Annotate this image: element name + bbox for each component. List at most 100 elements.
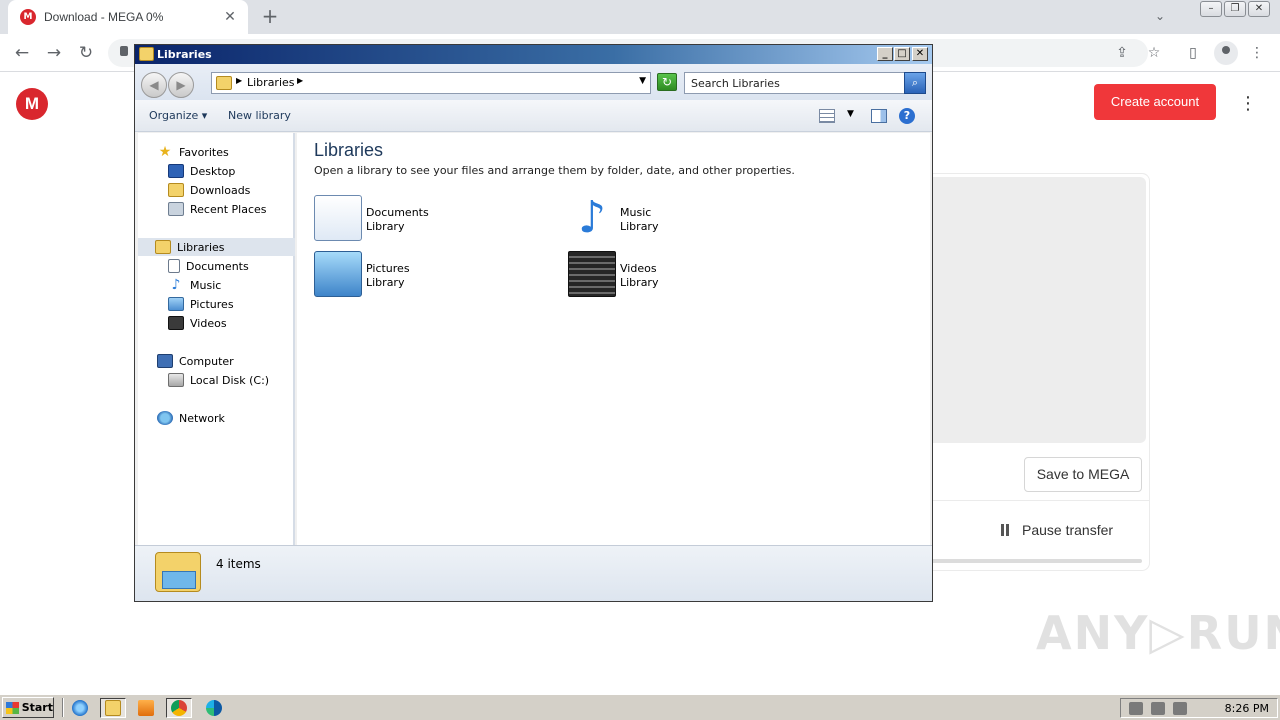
pause-transfer-label: Pause transfer (1022, 522, 1114, 538)
breadcrumb-libraries[interactable]: Libraries (247, 76, 295, 89)
explorer-forward-button[interactable]: ▶ (168, 72, 194, 98)
chrome-taskbar-button[interactable] (166, 698, 192, 718)
library-kind: Library (366, 220, 405, 233)
desktop-icon (168, 164, 184, 178)
nav-pictures[interactable]: Pictures (168, 295, 234, 313)
documents-icon (168, 259, 180, 273)
explorer-back-button[interactable]: ◀ (141, 72, 167, 98)
explorer-close-button[interactable]: ✕ (912, 47, 928, 61)
help-icon[interactable]: ? (899, 108, 915, 124)
nav-desktop[interactable]: Desktop (168, 162, 235, 180)
library-kind: Library (366, 276, 405, 289)
share-icon[interactable]: ⇪ (1111, 42, 1133, 64)
preview-pane-icon[interactable] (871, 109, 887, 123)
explorer-maximize-button[interactable]: □ (894, 47, 910, 61)
new-library-button[interactable]: New library (228, 109, 291, 122)
internet-explorer-icon (72, 700, 88, 716)
chrome-icon (171, 700, 187, 716)
nav-videos[interactable]: Videos (168, 314, 227, 332)
taskbar-separator (62, 698, 64, 717)
library-kind: Library (620, 220, 659, 233)
view-options-chevron-icon[interactable]: ▼ (847, 109, 854, 119)
pause-transfer-button[interactable]: Pause transfer (1000, 522, 1113, 538)
documents-library-tile[interactable]: Documents Library (314, 195, 534, 245)
explorer-address-toolbar: ◀ ▶ ▶ Libraries ▶ ▼ ↻ Search Libraries ⌕ (135, 64, 932, 100)
mega-logo[interactable]: M (16, 88, 48, 120)
network-tray-icon[interactable] (1151, 702, 1165, 715)
item-count: 4 items (216, 557, 261, 571)
tab-close-icon[interactable]: ✕ (222, 9, 238, 25)
create-account-button[interactable]: Create account (1094, 84, 1216, 120)
browser-tab[interactable]: M Download - MEGA 0% ✕ (8, 0, 248, 34)
content-description: Open a library to see your files and arr… (314, 164, 795, 177)
new-tab-button[interactable]: + (258, 5, 282, 29)
videos-library-icon (568, 251, 616, 297)
browser-close-button[interactable]: ✕ (1248, 1, 1270, 17)
computer-icon (157, 354, 173, 368)
content-heading: Libraries (314, 140, 384, 160)
library-name: Documents (366, 206, 429, 219)
reload-button[interactable]: ↻ (74, 41, 98, 65)
side-panel-icon[interactable]: ▯ (1182, 42, 1204, 64)
recent-places-icon (168, 202, 184, 216)
nav-favorites[interactable]: ★ Favorites (157, 143, 229, 161)
browser-minimize-button[interactable]: – (1200, 1, 1222, 17)
back-button[interactable]: ← (10, 41, 34, 65)
browser-window-controls: – ❐ ✕ (1200, 1, 1270, 17)
music-library-tile[interactable]: ♪ Music Library (568, 195, 788, 245)
profile-avatar[interactable] (1214, 41, 1238, 65)
start-button[interactable]: Start (2, 697, 54, 718)
nav-documents[interactable]: Documents (168, 257, 249, 275)
library-name: Pictures (366, 262, 410, 275)
edge-icon (206, 700, 222, 716)
nav-recent-places[interactable]: Recent Places (168, 200, 267, 218)
videos-filmstrip-icon (168, 316, 184, 330)
network-globe-icon (157, 411, 173, 425)
music-note-icon: ♪ (171, 277, 181, 293)
refresh-button[interactable]: ↻ (657, 73, 677, 91)
downloads-folder-icon (168, 183, 184, 197)
save-to-mega-button[interactable]: Save to MEGA (1024, 457, 1142, 492)
breadcrumb-arrow-icon[interactable]: ▶ (236, 76, 242, 85)
media-player-taskbar-button[interactable] (133, 698, 159, 718)
explorer-title-bar[interactable]: Libraries _ □ ✕ (135, 45, 932, 64)
windows-flag-icon (6, 701, 19, 714)
volume-icon[interactable] (1129, 702, 1143, 715)
nav-libraries[interactable]: Libraries (138, 238, 295, 256)
videos-library-tile[interactable]: Videos Library (568, 251, 788, 301)
nav-computer[interactable]: Computer (157, 352, 234, 370)
libraries-content-pane: Libraries Open a library to see your fil… (297, 133, 930, 545)
pictures-library-tile[interactable]: Pictures Library (314, 251, 534, 301)
address-dropdown-icon[interactable]: ▼ (639, 76, 646, 86)
search-libraries-input[interactable]: Search Libraries ⌕ (684, 72, 926, 94)
nav-downloads[interactable]: Downloads (168, 181, 250, 199)
explorer-minimize-button[interactable]: _ (877, 47, 893, 61)
nav-music[interactable]: ♪ Music (168, 276, 222, 294)
bookmark-star-icon[interactable]: ☆ (1143, 42, 1165, 64)
nav-network[interactable]: Network (157, 409, 225, 427)
breadcrumb-arrow-icon[interactable]: ▶ (297, 76, 303, 85)
tab-title: Download - MEGA 0% (44, 10, 164, 24)
change-view-icon[interactable] (819, 109, 835, 123)
explorer-taskbar-button[interactable] (100, 698, 126, 718)
action-center-flag-icon[interactable] (1173, 702, 1187, 715)
organize-button[interactable]: Organize ▾ (149, 109, 207, 122)
more-options-icon[interactable]: ⋮ (1236, 92, 1260, 116)
taskbar-clock[interactable]: 8:26 PM (1225, 702, 1269, 715)
internet-explorer-taskbar-button[interactable] (67, 698, 93, 718)
explorer-address-bar[interactable]: ▶ Libraries ▶ ▼ (211, 72, 651, 94)
forward-button[interactable]: → (42, 41, 66, 65)
library-name: Music (620, 206, 652, 219)
edge-taskbar-button[interactable] (201, 698, 227, 718)
navigation-pane: ★ Favorites Desktop Downloads Recent Pla… (138, 133, 295, 545)
explorer-command-bar: Organize ▾ New library ▼ ? (135, 100, 932, 132)
search-icon[interactable]: ⌕ (904, 72, 926, 94)
browser-menu-icon[interactable]: ⋮ (1246, 42, 1268, 64)
explorer-details-pane: 4 items (135, 545, 932, 601)
tab-search-chevron-icon[interactable]: ⌄ (1150, 6, 1170, 26)
nav-local-disk[interactable]: Local Disk (C:) (168, 371, 269, 389)
libraries-folder-icon (155, 240, 171, 254)
media-player-icon (138, 700, 154, 716)
browser-restore-button[interactable]: ❐ (1224, 1, 1246, 17)
local-disk-icon (168, 373, 184, 387)
